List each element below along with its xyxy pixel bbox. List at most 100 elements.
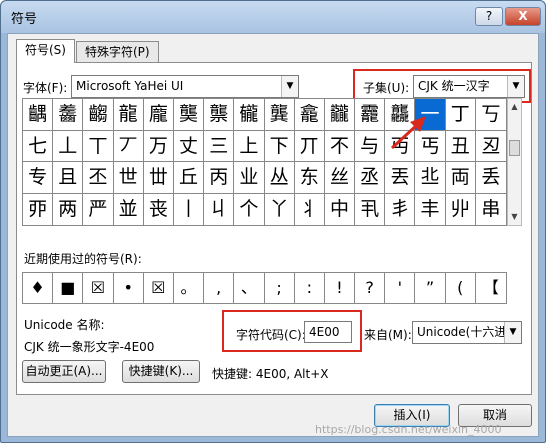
symbol-cell[interactable]: 与	[355, 130, 386, 162]
symbol-cell[interactable]: 东	[294, 162, 325, 194]
scroll-down-icon[interactable]: ▼	[508, 209, 521, 225]
recent-symbol-cell[interactable]: ;	[265, 273, 295, 303]
shortcut-key-button[interactable]: 快捷键(K)...	[122, 360, 200, 383]
symbol-cell[interactable]: 世	[113, 162, 144, 194]
symbol-cell[interactable]: 龑	[173, 99, 205, 131]
symbol-cell[interactable]: 龕	[294, 99, 325, 131]
char-code-input[interactable]: 4E00	[304, 321, 352, 343]
symbol-cell[interactable]: 龒	[204, 99, 235, 131]
symbol-cell[interactable]: 丨	[174, 193, 205, 225]
symbol-cell[interactable]: 龔	[264, 99, 295, 131]
symbol-cell[interactable]: 龗	[355, 99, 386, 131]
symbol-cell[interactable]: 丂	[475, 99, 506, 131]
symbol-cell[interactable]: 丮	[355, 193, 386, 225]
title-bar[interactable]: 符号 ? X	[1, 1, 545, 33]
symbol-cell[interactable]: 丬	[295, 193, 325, 225]
recent-symbol-cell[interactable]: •	[114, 273, 144, 303]
symbol-cell[interactable]: 两	[53, 193, 84, 225]
chevron-down-icon[interactable]: ▼	[504, 322, 521, 343]
chevron-down-icon[interactable]: ▼	[507, 76, 524, 97]
symbol-cell[interactable]: 下	[264, 130, 295, 162]
symbol-cell[interactable]: 丘	[173, 162, 205, 194]
symbol-cell[interactable]: 丄	[53, 130, 84, 162]
recent-symbol-cell[interactable]: (	[446, 273, 476, 303]
symbol-cell[interactable]: 丫	[265, 193, 295, 225]
symbol-cell[interactable]: 齹	[53, 99, 84, 131]
symbol-cell[interactable]: 万	[143, 130, 174, 162]
chevron-down-icon[interactable]: ▼	[281, 76, 298, 97]
close-button[interactable]: X	[505, 7, 541, 26]
symbol-cell[interactable]: 龖	[324, 99, 356, 131]
recent-symbol-cell[interactable]: ”	[415, 273, 446, 303]
symbol-cell[interactable]: 丑	[445, 130, 476, 162]
font-value: Microsoft YaHei UI	[76, 79, 184, 93]
symbol-cell[interactable]: 个	[234, 193, 265, 225]
symbol-cell[interactable]: 丟	[385, 162, 416, 194]
recent-symbol-cell[interactable]: ☒	[83, 273, 114, 303]
symbol-cell[interactable]: 丁	[445, 99, 476, 131]
symbol-cell[interactable]: 丅	[83, 130, 114, 162]
symbol-cell[interactable]: 严	[83, 193, 114, 225]
symbol-cell[interactable]: 业	[234, 162, 265, 194]
window-title: 符号	[11, 12, 38, 27]
symbol-cell[interactable]: 並	[114, 193, 144, 225]
symbol-cell[interactable]: 龐	[143, 99, 174, 131]
font-select[interactable]: Microsoft YaHei UI ▼	[71, 75, 299, 98]
symbol-cell[interactable]: 专	[23, 162, 54, 194]
symbol-cell[interactable]: 齵	[23, 99, 54, 131]
symbol-cell[interactable]: 丠	[415, 162, 446, 194]
symbol-cell[interactable]: 丣	[23, 193, 54, 225]
symbol-cell[interactable]: 丝	[324, 162, 356, 194]
tab-symbols[interactable]: 符号(S)	[16, 39, 75, 63]
subset-select[interactable]: CJK 统一汉字 ▼	[413, 75, 525, 98]
recent-symbol-cell[interactable]: 【	[476, 273, 506, 303]
autocorrect-button[interactable]: 自动更正(A)...	[22, 360, 106, 383]
symbol-cell[interactable]: 丰	[415, 193, 446, 225]
symbol-cell[interactable]: 丯	[385, 193, 416, 225]
scroll-up-icon[interactable]: ▲	[508, 99, 521, 115]
symbol-cell[interactable]: 上	[234, 130, 265, 162]
recent-symbol-cell[interactable]: 。	[174, 273, 205, 303]
symbol-cell[interactable]: 三	[204, 130, 235, 162]
symbol-cell[interactable]: 丆	[113, 130, 144, 162]
symbol-cell[interactable]: 丙	[204, 162, 235, 194]
symbol-cell[interactable]: 且	[53, 162, 84, 194]
symbol-cell[interactable]: 丒	[475, 131, 506, 162]
recent-symbol-cell[interactable]: ☒	[144, 273, 174, 303]
symbol-cell[interactable]: 丧	[144, 193, 174, 225]
symbol-grid-scrollbar[interactable]: ▲ ▼	[507, 98, 522, 226]
symbol-cell[interactable]: 丛	[264, 162, 295, 194]
from-select[interactable]: Unicode(十六进 ▼	[412, 321, 522, 344]
recent-symbol-cell[interactable]: '	[385, 273, 416, 303]
symbol-cell[interactable]: 不	[324, 130, 356, 162]
symbol-cell[interactable]: 龍	[113, 99, 144, 131]
recent-symbol-cell[interactable]: ■	[53, 273, 84, 303]
watermark-text: https://blog.csdn.net/weixin_4000	[315, 423, 502, 436]
symbol-cell[interactable]: 串	[476, 194, 506, 226]
scroll-thumb[interactable]	[509, 140, 520, 156]
help-button[interactable]: ?	[475, 7, 503, 26]
symbol-cell[interactable]: 七	[23, 130, 54, 162]
recent-symbol-cell[interactable]: 、	[234, 273, 265, 303]
recent-symbol-cell[interactable]: ,	[204, 273, 235, 303]
symbol-cell[interactable]: 丌	[294, 130, 325, 162]
symbol-cell[interactable]: 中	[325, 193, 356, 225]
symbol-cell[interactable]: 龓	[234, 99, 265, 131]
symbol-cell[interactable]: 両	[445, 162, 476, 194]
symbol-grid[interactable]: 齵齹齺龍龐龑龒龓龔龕龖龗龘一丁丂七丄丅丆万丈三上下丌不与丏丐丑丒专且丕世丗丘丙业…	[22, 98, 507, 226]
symbol-cell[interactable]: 丗	[143, 162, 174, 194]
symbol-cell[interactable]: 丈	[173, 130, 205, 162]
recent-symbol-cell[interactable]: :	[295, 273, 325, 303]
unicode-name-value: CJK 统一象形文字-4E00	[24, 340, 155, 354]
symbol-cell[interactable]: 丞	[355, 162, 386, 194]
recent-symbols[interactable]: ♦ ■ ☒ • ☒。,、;:!? '”(【	[22, 272, 507, 304]
recent-symbol-cell[interactable]: ?	[355, 273, 386, 303]
symbol-cell[interactable]: 丕	[83, 162, 114, 194]
recent-symbol-cell[interactable]: ♦	[23, 273, 54, 303]
symbol-cell[interactable]: 丩	[204, 193, 235, 225]
recent-symbol-cell[interactable]: !	[325, 273, 356, 303]
symbol-cell[interactable]: 丱	[446, 193, 476, 225]
symbol-cell[interactable]: 丢	[475, 162, 506, 194]
tab-special-characters[interactable]: 特殊字符(P)	[76, 41, 159, 63]
symbol-cell[interactable]: 齺	[83, 99, 114, 131]
